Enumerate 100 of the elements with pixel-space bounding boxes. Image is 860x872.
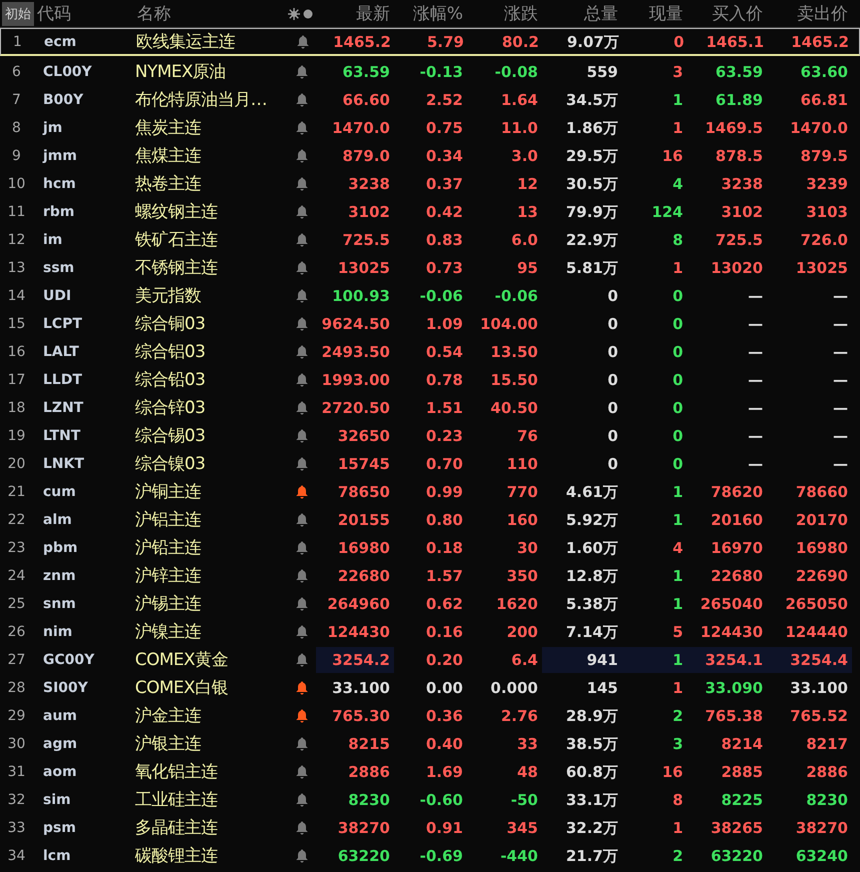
- total-volume: 0: [608, 286, 618, 306]
- bell-icon[interactable]: [296, 485, 308, 499]
- price-change: 1.64: [500, 90, 538, 110]
- contract-code: UDI: [42, 287, 72, 306]
- last-price: 765.30: [332, 706, 390, 726]
- contract-name: 碳酸锂主连: [134, 846, 218, 866]
- bell-icon[interactable]: [296, 541, 308, 555]
- row-number: 8: [11, 120, 22, 136]
- bell-icon[interactable]: [296, 289, 308, 303]
- last-price: 2720.50: [322, 398, 390, 418]
- bell-icon[interactable]: [296, 177, 308, 191]
- total-volume: 12.8万: [566, 566, 618, 586]
- contract-code: GC00Y: [42, 651, 96, 670]
- bid-price: 61.89: [716, 90, 763, 110]
- bell-icon[interactable]: [296, 345, 308, 359]
- contract-name: 多晶硅主连: [134, 818, 218, 838]
- current-volume: 4: [672, 174, 683, 194]
- current-volume: 1: [672, 650, 683, 670]
- bid-price: 13020: [710, 258, 763, 278]
- price-change: 200: [506, 622, 538, 642]
- bell-icon[interactable]: [296, 681, 308, 695]
- current-volume: 0: [672, 314, 683, 334]
- total-volume: 38.5万: [566, 734, 618, 754]
- bell-icon[interactable]: [296, 653, 308, 667]
- ask-price: 22690: [796, 566, 848, 586]
- column-header[interactable]: 代码: [33, 2, 125, 25]
- current-volume: 1: [672, 258, 683, 278]
- last-price: 1465.2: [333, 32, 391, 52]
- total-volume: 0: [608, 314, 618, 334]
- total-volume: 5.92万: [566, 510, 618, 530]
- price-change: 13.50: [490, 342, 538, 362]
- contract-code: CL00Y: [42, 63, 93, 82]
- row-number: 29: [6, 708, 26, 724]
- column-header[interactable]: 名称: [125, 2, 288, 25]
- bell-icon[interactable]: [296, 849, 308, 863]
- row-number: 31: [6, 764, 26, 780]
- bell-icon[interactable]: [296, 373, 308, 387]
- total-volume: 0: [608, 426, 618, 446]
- column-header[interactable]: 总量: [542, 2, 622, 25]
- bell-icon[interactable]: [296, 597, 308, 611]
- change-percent: -0.06: [420, 286, 463, 306]
- column-header[interactable]: 买入价: [687, 2, 767, 25]
- ask-price: 3103: [806, 202, 848, 222]
- bell-icon[interactable]: [296, 93, 308, 107]
- bell-icon[interactable]: [296, 737, 308, 751]
- bid-price: 16970: [710, 538, 763, 558]
- row-number: 19: [6, 428, 26, 444]
- row-number: 26: [6, 624, 26, 640]
- bell-icon[interactable]: [296, 261, 308, 275]
- last-price: 3238: [348, 174, 390, 194]
- row-number: 23: [6, 540, 26, 556]
- bell-icon[interactable]: [296, 513, 308, 527]
- bell-icon[interactable]: [296, 429, 308, 443]
- bell-icon[interactable]: [297, 35, 309, 49]
- column-header[interactable]: 涨幅%: [394, 2, 467, 25]
- contract-code: LZNT: [42, 399, 84, 418]
- bell-icon[interactable]: [296, 709, 308, 723]
- contract-code: sim: [42, 791, 72, 810]
- current-volume: 0: [672, 426, 683, 446]
- column-header[interactable]: 最新: [316, 2, 394, 25]
- bid-price: 22680: [710, 566, 763, 586]
- column-header[interactable]: 涨跌: [467, 2, 542, 25]
- column-header[interactable]: 现量: [622, 2, 687, 25]
- bell-icon[interactable]: [296, 149, 308, 163]
- price-change: 12: [517, 174, 538, 194]
- current-volume: 3: [672, 62, 683, 82]
- current-volume: 1: [672, 90, 683, 110]
- contract-name: 不锈钢主连: [134, 258, 218, 278]
- bell-icon[interactable]: [296, 121, 308, 135]
- bell-icon[interactable]: [296, 793, 308, 807]
- bell-icon[interactable]: [296, 821, 308, 835]
- bell-icon[interactable]: [296, 233, 308, 247]
- current-volume: 1: [672, 118, 683, 138]
- change-percent: 0.20: [426, 650, 463, 670]
- current-volume: 0: [672, 342, 683, 362]
- bell-icon[interactable]: [296, 401, 308, 415]
- ask-price: —: [833, 342, 848, 362]
- bell-icon[interactable]: [296, 457, 308, 471]
- price-change: -0.08: [494, 62, 538, 82]
- ask-price: —: [833, 454, 848, 474]
- contract-name: COMEX白银: [134, 678, 229, 698]
- bell-icon[interactable]: [296, 569, 308, 583]
- row-number: 30: [6, 736, 26, 752]
- bell-icon[interactable]: [296, 765, 308, 779]
- price-change: 1620: [496, 594, 538, 614]
- row-number: 22: [6, 512, 26, 528]
- price-change: 104.00: [480, 314, 538, 334]
- bell-icon[interactable]: [296, 317, 308, 331]
- total-volume: 559: [586, 62, 618, 82]
- price-change: 76: [517, 426, 538, 446]
- bell-icon[interactable]: [296, 65, 308, 79]
- bid-price: 38265: [710, 818, 763, 838]
- bid-price: —: [748, 398, 763, 418]
- contract-name: 铁矿石主连: [134, 230, 218, 250]
- column-header[interactable]: 卖出价: [767, 2, 852, 25]
- bell-icon[interactable]: [296, 205, 308, 219]
- sun-dot-icon[interactable]: [288, 8, 314, 20]
- selected-row[interactable]: 1 ecm 欧线集运主连 1465.2 5.79 80.2 9.07万 0 1465.1 1465.2: [0, 28, 860, 56]
- start-button[interactable]: 初始: [2, 2, 34, 26]
- bell-icon[interactable]: [296, 625, 308, 639]
